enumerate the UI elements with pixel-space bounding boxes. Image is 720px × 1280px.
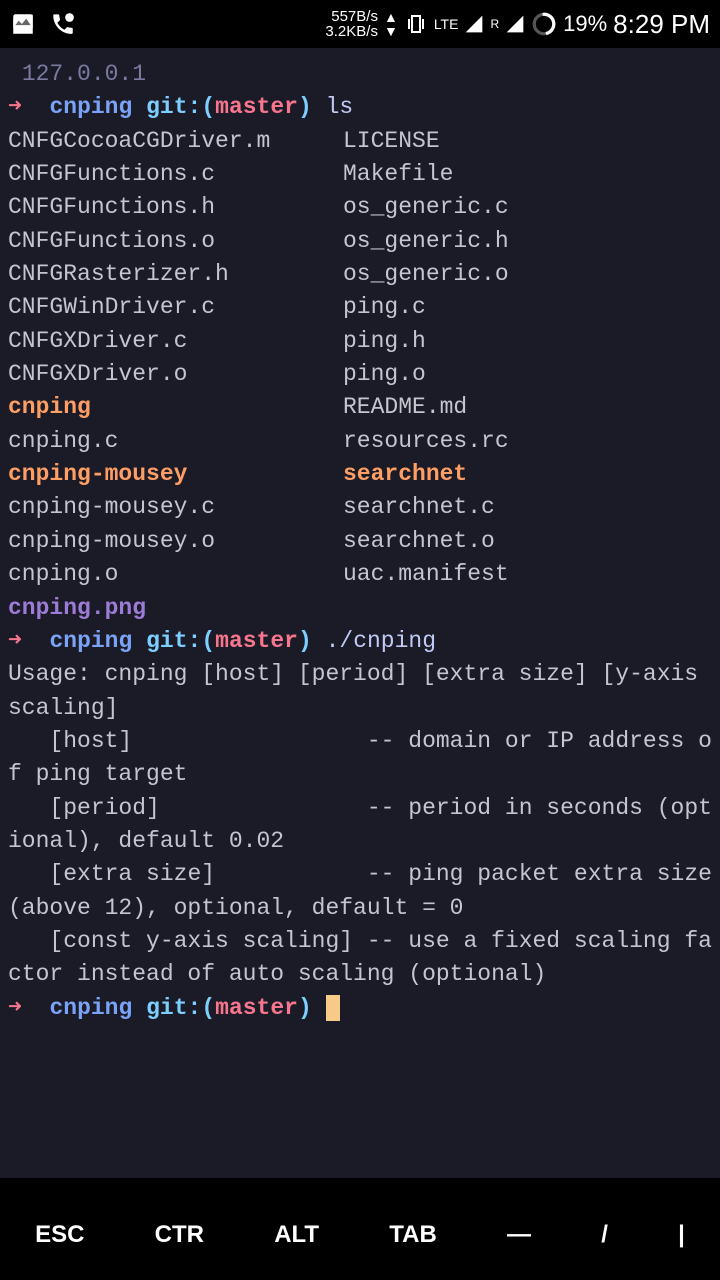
file: ping.o xyxy=(343,358,426,391)
executable: cnping xyxy=(8,391,343,424)
screenshot-icon xyxy=(10,11,36,37)
updown-arrows-icon: ▲▼ xyxy=(384,10,398,38)
prompt-dir: cnping xyxy=(49,995,132,1021)
file: cnping.c xyxy=(8,425,343,458)
file: resources.rc xyxy=(343,425,509,458)
file: CNFGFunctions.h xyxy=(8,191,343,224)
file: Makefile xyxy=(343,158,453,191)
file: CNFGXDriver.c xyxy=(8,325,343,358)
android-status-bar: 557B/s 3.2KB/s ▲▼ LTE R 19% 8:29 PM xyxy=(0,0,720,48)
file: README.md xyxy=(343,391,467,424)
paren-open: ( xyxy=(201,995,215,1021)
slash-key[interactable]: / xyxy=(587,1211,622,1259)
file: os_generic.o xyxy=(343,258,509,291)
alt-key[interactable]: ALT xyxy=(260,1211,333,1259)
terminal-shortcut-bar: ESC CTR ALT TAB — / | xyxy=(0,1190,720,1280)
file: CNFGFunctions.o xyxy=(8,225,343,258)
paren-open: ( xyxy=(201,94,215,120)
image-file: cnping.png xyxy=(8,595,146,621)
prompt-dir: cnping xyxy=(49,628,132,654)
file: ping.h xyxy=(343,325,426,358)
executable: searchnet xyxy=(343,458,467,491)
git-label: git: xyxy=(146,94,201,120)
prompt-arrow: ➜ xyxy=(8,995,22,1021)
git-label: git: xyxy=(146,628,201,654)
prompt-arrow: ➜ xyxy=(8,628,22,654)
ls-command: ls xyxy=(326,94,354,120)
signal2-icon xyxy=(505,14,525,34)
run-command: ./cnping xyxy=(326,628,436,654)
file: os_generic.h xyxy=(343,225,509,258)
file: searchnet.c xyxy=(343,491,495,524)
prompt-arrow: ➜ xyxy=(8,94,22,120)
git-branch: master xyxy=(215,995,298,1021)
pipe-key[interactable]: | xyxy=(664,1211,699,1259)
prompt-dir: cnping xyxy=(49,94,132,120)
paren-close: ) xyxy=(298,94,312,120)
dash-key[interactable]: — xyxy=(493,1211,545,1259)
file: CNFGFunctions.c xyxy=(8,158,343,191)
file: CNFGXDriver.o xyxy=(8,358,343,391)
network-speed: 557B/s 3.2KB/s xyxy=(325,9,378,39)
cursor xyxy=(326,995,340,1021)
file: uac.manifest xyxy=(343,558,509,591)
terminal-output[interactable]: 127.0.0.1 ➜ cnping git:(master) ls CNFGC… xyxy=(0,48,720,1178)
file: ping.c xyxy=(343,291,426,324)
git-branch: master xyxy=(215,94,298,120)
roaming-label: R xyxy=(490,17,499,31)
clock: 8:29 PM xyxy=(613,9,710,40)
battery-circle-icon xyxy=(531,11,557,37)
phone-icon xyxy=(50,11,76,37)
esc-key[interactable]: ESC xyxy=(21,1211,98,1259)
file: LICENSE xyxy=(343,125,440,158)
paren-close: ) xyxy=(298,628,312,654)
signal-icon xyxy=(464,14,484,34)
file: searchnet.o xyxy=(343,525,495,558)
git-label: git: xyxy=(146,995,201,1021)
executable: cnping-mousey xyxy=(8,458,343,491)
file: cnping-mousey.o xyxy=(8,525,343,558)
git-branch: master xyxy=(215,628,298,654)
file: os_generic.c xyxy=(343,191,509,224)
ctrl-key[interactable]: CTR xyxy=(141,1211,218,1259)
ip-line: 127.0.0.1 xyxy=(8,61,146,87)
paren-close: ) xyxy=(298,995,312,1021)
lte-label: LTE xyxy=(434,16,459,32)
usage-text: Usage: cnping [host] [period] [extra siz… xyxy=(8,661,720,987)
file: CNFGRasterizer.h xyxy=(8,258,343,291)
file: CNFGCocoaCGDriver.m xyxy=(8,125,343,158)
file: cnping.o xyxy=(8,558,343,591)
file: cnping-mousey.c xyxy=(8,491,343,524)
file: CNFGWinDriver.c xyxy=(8,291,343,324)
tab-key[interactable]: TAB xyxy=(375,1211,451,1259)
battery-percent: 19% xyxy=(563,11,607,37)
paren-open: ( xyxy=(201,628,215,654)
vibrate-icon xyxy=(404,12,428,36)
